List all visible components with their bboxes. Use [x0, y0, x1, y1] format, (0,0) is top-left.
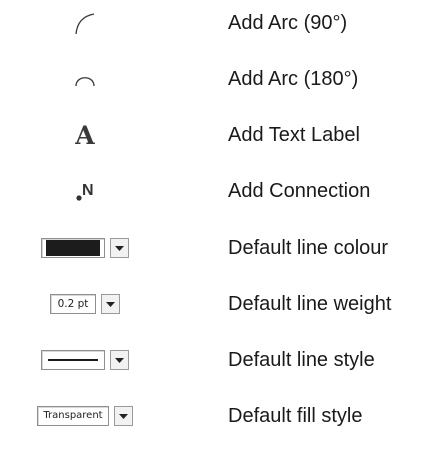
arc-90-button[interactable]	[0, 3, 170, 43]
line-colour-dropdown-arrow[interactable]	[110, 238, 129, 258]
tool-row-line-weight: 0.2 pt Default line weight	[0, 284, 446, 324]
line-style-dropdown[interactable]	[41, 350, 129, 370]
line-style-label: Default line style	[228, 349, 375, 371]
line-colour-dropdown[interactable]	[41, 238, 129, 258]
chevron-down-icon	[119, 413, 128, 419]
arc-90-label: Add Arc (90°)	[228, 12, 348, 34]
line-weight-control: 0.2 pt	[0, 284, 170, 324]
tool-row-text-label: A Add Text Label	[0, 115, 446, 155]
connection-label: Add Connection	[228, 180, 371, 202]
chevron-down-icon	[106, 301, 115, 307]
arc-180-icon	[75, 77, 95, 87]
line-colour-label: Default line colour	[228, 237, 389, 259]
line-colour-swatch	[46, 240, 100, 256]
fill-style-label: Default fill style	[228, 405, 363, 427]
tool-row-fill-style: Transparent Default fill style	[0, 396, 446, 436]
fill-style-control: Transparent	[0, 396, 170, 436]
arc-90-icon	[75, 13, 95, 35]
tool-row-line-colour: Default line colour	[0, 228, 446, 268]
connection-glyph: N	[82, 182, 94, 199]
chevron-down-icon	[115, 245, 124, 251]
tool-row-arc-180: Add Arc (180°)	[0, 59, 446, 99]
line-colour-swatch-box[interactable]	[41, 238, 105, 258]
tool-row-connection: N Add Connection	[0, 171, 446, 211]
tool-row-line-style: Default line style	[0, 340, 446, 380]
line-style-dropdown-arrow[interactable]	[110, 350, 129, 370]
fill-style-dropdown[interactable]: Transparent	[37, 406, 133, 426]
fill-style-dropdown-arrow[interactable]	[114, 406, 133, 426]
connection-icon: N	[76, 182, 94, 201]
fill-style-value: Transparent	[43, 410, 103, 421]
text-label-button[interactable]: A	[0, 115, 170, 155]
line-weight-value: 0.2 pt	[57, 297, 89, 310]
solid-line-icon	[48, 359, 98, 361]
line-weight-dropdown-arrow[interactable]	[101, 294, 120, 314]
chevron-down-icon	[115, 357, 124, 363]
line-colour-control	[0, 228, 170, 268]
tool-row-arc-90: Add Arc (90°)	[0, 3, 446, 43]
line-style-control	[0, 340, 170, 380]
line-weight-value-box[interactable]: 0.2 pt	[50, 294, 96, 314]
text-label-label: Add Text Label	[228, 124, 360, 146]
arc-180-label: Add Arc (180°)	[228, 68, 359, 90]
arc-180-button[interactable]	[0, 59, 170, 99]
connection-button[interactable]: N	[0, 171, 170, 211]
text-label-icon: A	[75, 120, 95, 150]
line-weight-label: Default line weight	[228, 293, 392, 315]
line-style-value-box[interactable]	[41, 350, 105, 370]
fill-style-value-box[interactable]: Transparent	[37, 406, 109, 426]
line-weight-dropdown[interactable]: 0.2 pt	[50, 294, 120, 314]
